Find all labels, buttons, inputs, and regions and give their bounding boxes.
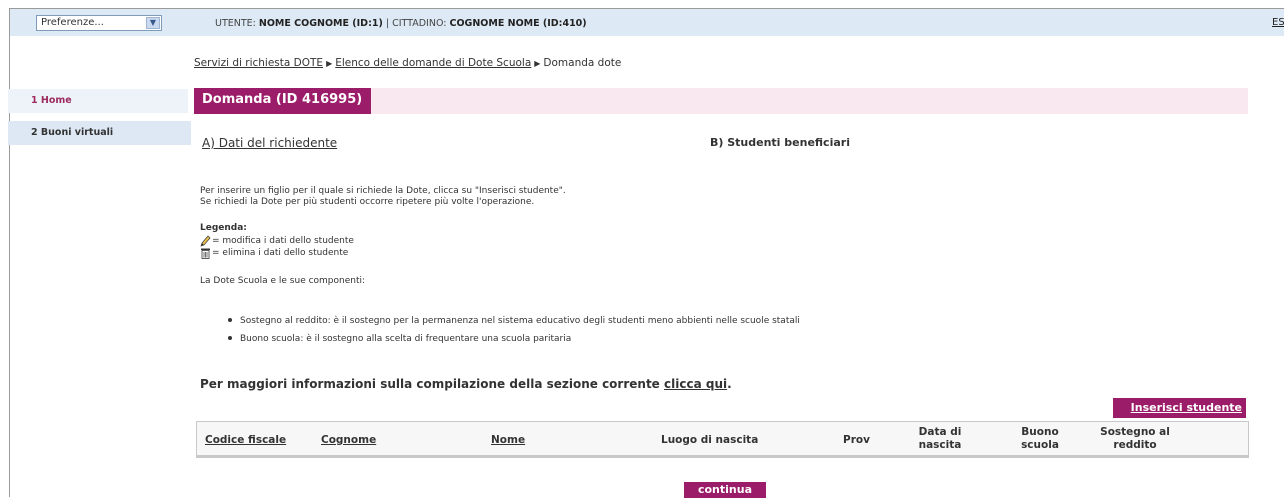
legend-delete-text: = elimina i dati dello studente [212, 248, 349, 258]
column-header-data-line1: Data di [918, 426, 962, 438]
tab-dati-richiedente[interactable]: A) Dati del richiedente [202, 136, 337, 150]
instructions: Per inserire un figlio per il quale si r… [200, 186, 566, 208]
sidebar-item-buoni-virtuali[interactable]: 2 Buoni virtuali [8, 121, 191, 145]
instructions-line-1: Per inserire un figlio per il quale si r… [200, 186, 566, 196]
triangle-right-icon: ▶ [326, 59, 333, 68]
components-list: Sostegno al reddito: è il sostegno per l… [228, 312, 800, 348]
list-item: Sostegno al reddito: è il sostegno per l… [228, 312, 800, 330]
instructions-line-2: Se richiedi la Dote per più studenti occ… [200, 197, 535, 207]
list-item: Buono scuola: è il sostegno alla scelta … [228, 330, 800, 348]
more-info-end: . [727, 377, 732, 391]
more-info-link[interactable]: clicca qui [664, 377, 727, 391]
column-header-data-line2: nascita [918, 439, 962, 451]
citizen-value: COGNOME NOME (ID:410) [449, 18, 587, 29]
list-item-text: Buono scuola: è il sostegno alla scelta … [240, 334, 572, 344]
components-title: La Dote Scuola e le sue componenti: [200, 276, 366, 286]
column-header-data-nascita: Data di nascita [915, 426, 965, 452]
legend-edit-row: = modifica i dati dello studente [200, 235, 354, 247]
citizen-label: CITTADINO: [392, 18, 447, 29]
column-header-nome[interactable]: Nome [491, 434, 525, 447]
column-header-codice-fiscale[interactable]: Codice fiscale [205, 434, 286, 447]
preferences-select[interactable]: Preferenze... ▼ [36, 15, 162, 31]
user-label: UTENTE: [215, 18, 256, 29]
students-table-header: Codice fiscale Cognome Nome Luogo di nas… [196, 421, 1249, 458]
sidebar-item-home[interactable]: 1 Home [8, 89, 191, 113]
list-item-text: Sostegno al reddito: è il sostegno per l… [240, 316, 800, 326]
column-header-sostegno-reddito: Sostegno al reddito [1097, 426, 1173, 452]
pencil-icon [200, 235, 211, 247]
user-separator: | [385, 18, 390, 29]
user-value: NOME COGNOME (ID:1) [258, 18, 383, 29]
chevron-down-icon[interactable]: ▼ [146, 17, 160, 29]
column-header-buono-line2: scuola [1021, 439, 1059, 451]
column-header-sostegno-line2: reddito [1113, 439, 1157, 451]
more-info: Per maggiori informazioni sulla compilaz… [200, 377, 732, 391]
legend-title: Legenda: [200, 223, 247, 233]
trash-icon [201, 248, 210, 259]
preferences-value: Preferenze... [41, 17, 104, 28]
column-header-prov: Prov [843, 434, 870, 446]
tab-studenti-beneficiari: B) Studenti beneficiari [710, 136, 850, 149]
more-info-text: Per maggiori informazioni sulla compilaz… [200, 377, 660, 391]
breadcrumb-servizi[interactable]: Servizi di richiesta DOTE [194, 57, 323, 69]
breadcrumb-elenco[interactable]: Elenco delle domande di Dote Scuola [335, 57, 531, 69]
breadcrumb-current: Domanda dote [543, 57, 622, 69]
column-header-sostegno-line1: Sostegno al [1100, 426, 1170, 438]
page-title-bar: Domanda (ID 416995) [194, 88, 1248, 114]
top-bar: Preferenze... ▼ UTENTE: NOME COGNOME (ID… [10, 9, 1284, 36]
column-header-buono-scuola: Buono scuola [1015, 426, 1065, 452]
column-header-luogo-nascita: Luogo di nascita [661, 434, 759, 446]
legend-edit-text: = modifica i dati dello studente [212, 236, 354, 246]
column-header-cognome[interactable]: Cognome [321, 434, 376, 447]
column-header-buono-line1: Buono [1021, 426, 1059, 438]
section-tabs: A) Dati del richiedente B) Studenti bene… [194, 128, 1248, 169]
bullet-icon [228, 336, 232, 340]
page-title: Domanda (ID 416995) [194, 88, 372, 114]
legend-delete-row: = elimina i dati dello studente [200, 247, 354, 259]
table-divider [197, 455, 1248, 457]
bullet-icon [228, 318, 232, 322]
legend: Legenda: = modifica i dati dello student… [200, 222, 354, 259]
exit-link[interactable]: ESC [1272, 17, 1284, 28]
triangle-right-icon: ▶ [534, 59, 541, 68]
insert-student-button[interactable]: Inserisci studente [1113, 398, 1246, 418]
breadcrumb: Servizi di richiesta DOTE ▶ Elenco delle d… [194, 57, 621, 69]
user-info: UTENTE: NOME COGNOME (ID:1) | CITTADINO:… [215, 18, 587, 29]
